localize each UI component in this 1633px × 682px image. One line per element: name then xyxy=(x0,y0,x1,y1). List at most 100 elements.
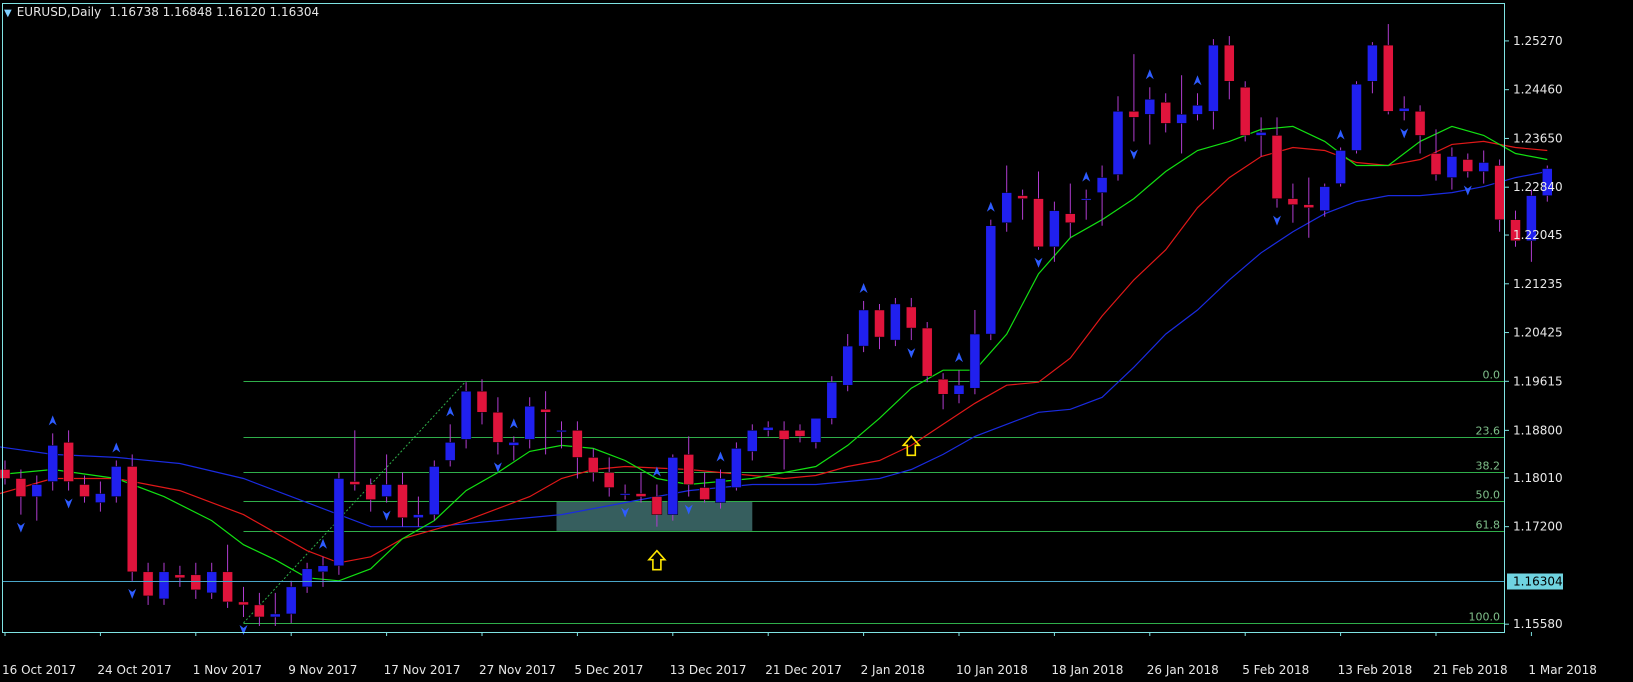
candle-body xyxy=(1287,198,1299,205)
candle-body xyxy=(890,303,901,341)
candle-body xyxy=(1001,192,1012,223)
candle xyxy=(890,297,901,347)
candle-body xyxy=(1049,210,1060,248)
candle-body xyxy=(1462,159,1474,172)
candle-body xyxy=(1494,165,1505,220)
candle-body xyxy=(540,409,551,413)
ohlc-values: 1.16738 1.16848 1.16120 1.16304 xyxy=(109,5,320,19)
candle-body xyxy=(1065,213,1076,223)
candle-body xyxy=(0,469,11,479)
candle-body xyxy=(921,327,933,377)
candle-body xyxy=(1128,111,1140,118)
candle-body xyxy=(1080,198,1092,201)
candle-body xyxy=(126,466,138,573)
candle-body xyxy=(63,442,74,482)
candle-body xyxy=(460,390,472,440)
candle-body xyxy=(1351,84,1362,151)
candle-body xyxy=(1096,177,1108,193)
candle-body xyxy=(556,430,567,433)
candle xyxy=(1335,147,1346,187)
candle-body xyxy=(699,487,710,500)
candle-body xyxy=(254,604,265,618)
date-tick-label: 9 Nov 2017 xyxy=(288,663,357,677)
price-chart[interactable]: 0.0 23.6 38.2 50.0 61.8 100.0 1.25270 1.24460 1… xyxy=(0,0,1633,682)
candle-body xyxy=(572,430,583,458)
candle-body xyxy=(858,309,869,347)
candle xyxy=(460,382,472,449)
candle xyxy=(667,454,679,521)
date-tick-label: 27 Nov 2017 xyxy=(479,663,556,677)
candle xyxy=(111,460,122,503)
candle-body xyxy=(222,571,233,603)
date-tick-label: 17 Nov 2017 xyxy=(384,663,461,677)
candle-body xyxy=(1319,186,1330,211)
date-tick-label: 5 Dec 2017 xyxy=(574,663,643,677)
candle-body xyxy=(1017,195,1028,199)
candle-body xyxy=(874,309,885,338)
candle-body xyxy=(762,427,774,431)
candle xyxy=(985,219,997,341)
price-tick-label: 1.23650 xyxy=(1513,131,1563,145)
candle-body xyxy=(397,484,408,518)
fib-level-label: 50.0 xyxy=(1476,489,1501,502)
date-tick-label: 18 Jan 2018 xyxy=(1051,663,1123,677)
candle-body xyxy=(190,574,202,591)
price-tick-label: 1.20425 xyxy=(1513,326,1563,340)
candle-body xyxy=(715,478,726,503)
symbol-label: EURUSD,Daily xyxy=(16,5,102,19)
collapse-triangle-icon[interactable]: ▼ xyxy=(4,8,12,19)
candle-body xyxy=(142,571,154,597)
candle-body xyxy=(1176,114,1187,124)
candle-body xyxy=(413,514,424,518)
candle-body xyxy=(1383,44,1394,112)
candle-body xyxy=(603,472,615,488)
candle-body xyxy=(1478,162,1489,172)
candle xyxy=(429,460,440,521)
candle xyxy=(1351,81,1362,154)
candle-body xyxy=(1430,153,1442,175)
candle-body xyxy=(1112,111,1124,175)
candle xyxy=(826,376,838,425)
candle xyxy=(731,442,742,491)
candle-body xyxy=(365,484,376,500)
candle-body xyxy=(206,571,217,594)
date-tick-label: 16 Oct 2017 xyxy=(2,663,76,677)
candle-body xyxy=(953,384,965,395)
candle xyxy=(333,472,345,575)
candle-body xyxy=(238,601,249,606)
candle-body xyxy=(95,493,106,503)
price-tick-label: 1.19615 xyxy=(1513,374,1563,388)
date-tick-label: 13 Dec 2017 xyxy=(670,663,747,677)
candle-body xyxy=(1303,204,1315,208)
candle-body xyxy=(492,412,504,443)
candle xyxy=(1239,81,1251,142)
candle-body xyxy=(778,430,790,440)
price-tick-label: 1.18010 xyxy=(1513,471,1563,485)
candle-body xyxy=(1446,156,1458,178)
date-tick-label: 10 Jan 2018 xyxy=(956,663,1028,677)
candle-body xyxy=(794,430,806,437)
candle-body xyxy=(174,574,186,579)
date-tick-label: 26 Jan 2018 xyxy=(1147,663,1219,677)
candle-body xyxy=(1398,108,1410,112)
candle-body xyxy=(906,306,917,329)
date-tick-label: 2 Jan 2018 xyxy=(861,663,925,677)
price-tick-label: 1.24460 xyxy=(1513,83,1563,97)
chart-header: ▼ EURUSD,Daily 1.16738 1.16848 1.16120 1.1… xyxy=(4,2,319,22)
candle-body xyxy=(429,466,440,515)
candle-body xyxy=(1224,44,1235,82)
candle-body xyxy=(285,586,297,615)
price-tick-label: 1.25270 xyxy=(1513,34,1563,48)
fib-level-label: 38.2 xyxy=(1476,460,1501,473)
candle-body xyxy=(47,445,58,482)
candle-body xyxy=(937,378,949,395)
date-tick-label: 21 Feb 2018 xyxy=(1433,663,1508,677)
candle-body xyxy=(349,481,361,485)
candle-body xyxy=(111,466,122,497)
date-tick-label: 5 Feb 2018 xyxy=(1242,663,1309,677)
candle-body xyxy=(588,457,599,473)
date-tick-label: 1 Nov 2017 xyxy=(193,663,262,677)
candle-body xyxy=(333,478,345,567)
candle-body xyxy=(747,430,758,452)
date-tick-label: 21 Dec 2017 xyxy=(765,663,842,677)
